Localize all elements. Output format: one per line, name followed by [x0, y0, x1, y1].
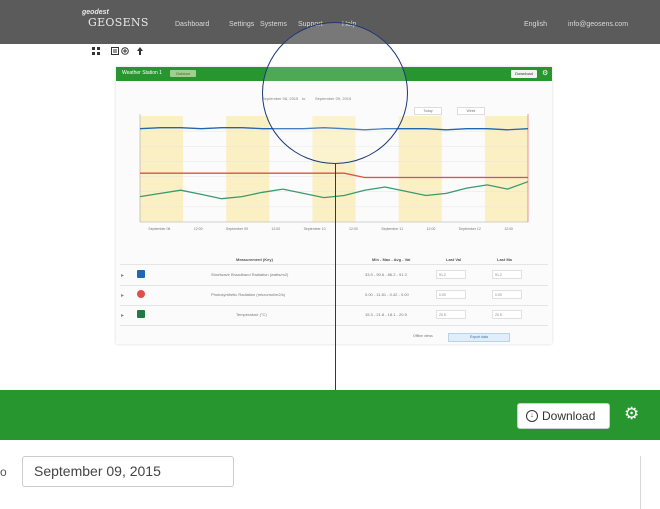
gear-icon[interactable]: ⚙ [542, 69, 548, 77]
download-label: Download [542, 409, 596, 423]
x-tick-label: September 10 [304, 227, 326, 231]
daylight-band [398, 116, 442, 222]
last-value-cell[interactable]: 20.5 [436, 310, 466, 319]
widget-badge: Outdoor [170, 70, 196, 77]
table-divider [120, 325, 548, 326]
series-color-swatch [137, 290, 145, 298]
account-menu[interactable]: info@geosens.com [568, 21, 628, 28]
date-to-field[interactable]: September 09, 2015 [22, 456, 234, 487]
x-tick-labels: September 08 12:00 September 09 12:00 Septem… [148, 227, 513, 231]
x-tick-label: September 08 [148, 227, 170, 231]
daylight-band [226, 116, 270, 222]
last-max-cell[interactable]: 20.5 [492, 310, 522, 319]
x-tick-label: 12:00 [427, 227, 436, 231]
grid-icon[interactable] [91, 45, 101, 57]
series-color-swatch [137, 270, 145, 278]
table-divider [120, 285, 548, 286]
table-row-label: Photosynthetic Radiation (micromol/m2/s) [211, 292, 286, 297]
language-selector[interactable]: English [524, 21, 547, 28]
widget-download-button[interactable]: Download [511, 70, 537, 78]
nav-link-settings[interactable]: Settings [229, 21, 254, 28]
table-divider [120, 264, 548, 265]
daylight-band [140, 116, 184, 222]
nav-link-dashboard[interactable]: Dashboard [175, 21, 209, 28]
nav-link-systems[interactable]: Systems [260, 21, 287, 28]
upload-icon[interactable] [135, 45, 145, 57]
last-max-cell[interactable]: 0.00 [492, 290, 522, 299]
x-tick-label: 12:00 [194, 227, 203, 231]
magnifier-circle [262, 22, 408, 164]
table-row-stats: 33.9 - 90.6 - 86.2 - 91.2 [365, 272, 407, 277]
settings-gear-icon[interactable]: ⚙ [624, 404, 639, 424]
x-tick-label: September 11 [381, 227, 403, 231]
last-value-cell[interactable]: 91.2 [436, 270, 466, 279]
export-prefix-label: Offline views [413, 334, 433, 338]
table-header-stats: Min - Max - Avg - Val [372, 257, 411, 262]
table-divider [120, 305, 548, 306]
expand-toggle-icon[interactable]: ▸ [121, 312, 124, 319]
plus-icon[interactable] [120, 45, 130, 57]
table-row-stats: 0.00 - 11.81 - 0.42 - 0.00 [365, 292, 409, 297]
x-tick-label: 12:00 [504, 227, 513, 231]
expand-toggle-icon[interactable]: ▸ [121, 292, 124, 299]
daylight-band [484, 116, 528, 222]
series-color-swatch [137, 310, 145, 318]
table-row-label: Shortwave Broadband Radiation (watts/m2) [211, 272, 289, 277]
table-row-stats: 15.3 - 21.8 - 18.1 - 20.5 [365, 312, 407, 317]
expand-toggle-icon[interactable]: ▸ [121, 272, 124, 279]
table-header-last-val: Last Val [446, 257, 462, 262]
x-tick-label: September 12 [459, 227, 481, 231]
export-data-button[interactable]: Export data [448, 333, 510, 342]
last-max-cell[interactable]: 91.2 [492, 270, 522, 279]
widget-title: Weather Station 1 [122, 70, 162, 76]
table-header-last-max: Last Ma [497, 257, 512, 262]
panel-edge-divider [640, 456, 641, 509]
table-row-label: Temperature (°C) [236, 312, 267, 317]
magnifier-pointer-line [335, 164, 337, 390]
date-range-prefix: o [0, 465, 7, 479]
x-tick-label: September 09 [226, 227, 248, 231]
table-header-measurement: Measurement (Key) [236, 257, 273, 262]
logo-main-text: GEOSENS [88, 16, 149, 29]
x-tick-label: 12:00 [271, 227, 280, 231]
list-icon[interactable] [110, 45, 120, 57]
last-value-cell[interactable]: 0.00 [436, 290, 466, 299]
x-tick-label: 12:00 [349, 227, 358, 231]
download-icon: ↓ [526, 410, 538, 422]
download-button[interactable]: ↓ Download [517, 403, 610, 429]
